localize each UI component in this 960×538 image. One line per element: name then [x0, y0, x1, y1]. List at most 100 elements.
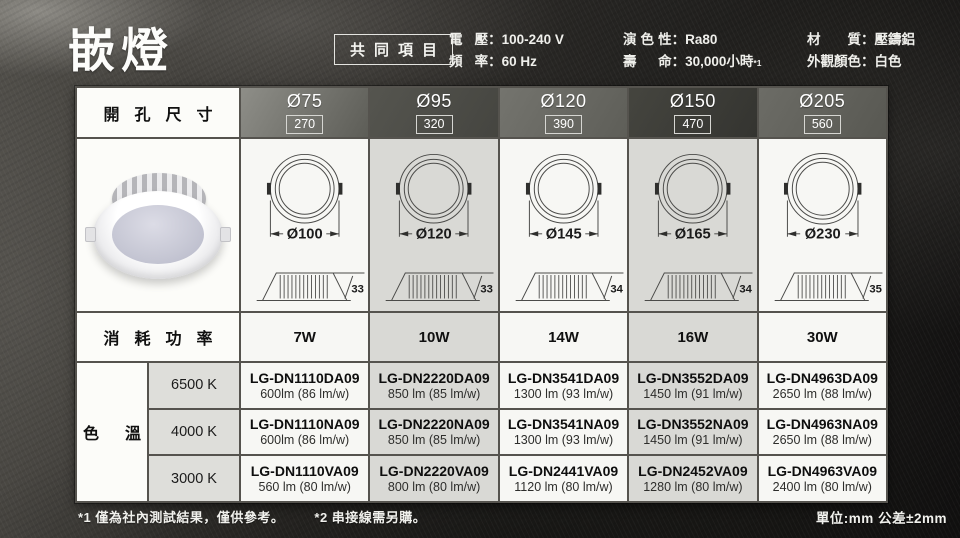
- model-cell: LG-DN3541DA091300 lm (93 lm/w): [500, 363, 627, 408]
- spec-frequency-value: 60 Hz: [502, 54, 537, 69]
- column-header-75: Ø75270: [241, 88, 368, 137]
- order-code-badge: 390: [545, 115, 582, 134]
- model-number: LG-DN2452VA09: [638, 463, 747, 479]
- spec-column-electrical: 電壓：100-240 V 頻率：60 Hz: [449, 29, 601, 73]
- spec-column-material: 材質：壓鑄鋁 外觀顏色：白色: [807, 29, 957, 73]
- page-title: 嵌燈: [68, 12, 174, 81]
- product-spec-table: 開孔尺寸 Ø75270 Ø95320 Ø120390 Ø150470 Ø2055…: [75, 86, 888, 503]
- model-number: LG-DN1110DA09: [250, 370, 360, 386]
- model-cell: LG-DN3541NA091300 lm (93 lm/w): [500, 410, 627, 455]
- lumen-output: 1120 lm (80 lm/w): [514, 480, 612, 494]
- colon: ：: [488, 54, 502, 69]
- mounting-clip-left: [85, 227, 96, 242]
- spec-voltage-label: 電壓: [449, 29, 488, 51]
- common-items-label: 共同項目: [350, 42, 446, 59]
- drawing-cell-150: Ø165 34: [629, 139, 756, 311]
- height-label: 33: [351, 284, 364, 296]
- lumen-output: 2650 lm (88 lm/w): [773, 433, 872, 447]
- column-header-120: Ø120390: [500, 88, 627, 137]
- drawing-cell-75: Ø100 33: [241, 139, 368, 311]
- order-code-badge: 320: [416, 115, 453, 134]
- lumen-output: 1300 lm (93 lm/w): [514, 433, 613, 447]
- column-header-150: Ø150470: [629, 88, 756, 137]
- cct-3000k-cell: 3000 K: [149, 456, 239, 501]
- model-number: LG-DN3541NA09: [508, 416, 619, 432]
- spec-lifetime: 壽命：30,000小時*1: [623, 51, 785, 73]
- column-header-95: Ø95320: [370, 88, 497, 137]
- height-label: 34: [610, 284, 623, 296]
- power-cell-75: 7W: [241, 313, 368, 361]
- model-number: LG-DN1110VA09: [251, 463, 359, 479]
- model-cell: LG-DN4963NA092650 lm (88 lm/w): [759, 410, 886, 455]
- lumen-output: 1300 lm (93 lm/w): [514, 387, 613, 401]
- footnote-1: *1 僅為社內測試結果，僅供參考。: [78, 507, 284, 526]
- spec-finish-color: 外觀顏色：白色: [807, 51, 957, 73]
- model-number: LG-DN4963DA09: [767, 370, 878, 386]
- spec-frequency: 頻率：60 Hz: [449, 51, 601, 73]
- model-number: LG-DN2220NA09: [378, 416, 489, 432]
- lumen-output: 560 lm (80 lm/w): [259, 480, 351, 494]
- spec-finish-color-value: 白色: [875, 54, 902, 69]
- model-number: LG-DN4963VA09: [768, 463, 877, 479]
- drawing-cell-205: Ø230 35: [759, 139, 886, 311]
- power-cell-95: 10W: [370, 313, 497, 361]
- model-cell: LG-DN2220VA09800 lm (80 lm/w): [370, 456, 497, 501]
- lumen-output: 850 lm (85 lm/w): [388, 433, 480, 447]
- power-cell-120: 14W: [500, 313, 627, 361]
- lumen-output: 600lm (86 lm/w): [260, 387, 349, 401]
- model-cell: LG-DN2220DA09850 lm (85 lm/w): [370, 363, 497, 408]
- power-row-header: 消耗功率: [77, 313, 239, 361]
- dimension-drawing: Ø100 33: [241, 139, 368, 311]
- model-cell: LG-DN2441VA091120 lm (80 lm/w): [500, 456, 627, 501]
- model-number: LG-DN3552DA09: [637, 370, 748, 386]
- dimension-drawing: Ø230 35: [759, 139, 886, 311]
- lumen-output: 1450 lm (91 lm/w): [643, 433, 742, 447]
- model-number: LG-DN2220DA09: [378, 370, 489, 386]
- model-cell: LG-DN1110DA09600lm (86 lm/w): [241, 363, 368, 408]
- column-header-205: Ø205560: [759, 88, 886, 137]
- colon: ：: [672, 32, 686, 47]
- power-cell-150: 16W: [629, 313, 756, 361]
- spec-frequency-label: 頻率: [449, 51, 488, 73]
- lumen-output: 1450 lm (91 lm/w): [643, 387, 742, 401]
- cct-row-header: 色溫: [77, 363, 147, 501]
- power-cell-205: 30W: [759, 313, 886, 361]
- dimension-drawing: Ø145 34: [500, 139, 627, 311]
- catalog-page: 嵌燈 共同項目 電壓：100-240 V 頻率：60 Hz 演色性：Ra80 壽…: [0, 0, 960, 538]
- diffuser-lens: [112, 205, 204, 264]
- cutout-diameter-label: Ø230: [804, 227, 840, 243]
- spec-voltage-value: 100-240 V: [502, 32, 564, 47]
- model-number: LG-DN4963NA09: [767, 416, 878, 432]
- model-cell: LG-DN4963DA092650 lm (88 lm/w): [759, 363, 886, 408]
- model-cell: LG-DN3552NA091450 lm (91 lm/w): [629, 410, 756, 455]
- lumen-output: 1280 lm (80 lm/w): [643, 480, 742, 494]
- lumen-output: 2650 lm (88 lm/w): [773, 387, 872, 401]
- height-label: 33: [481, 284, 494, 296]
- model-number: LG-DN1110NA09: [250, 416, 360, 432]
- spec-material: 材質：壓鑄鋁: [807, 29, 957, 51]
- order-code-badge: 560: [804, 115, 841, 134]
- colon: ：: [672, 54, 686, 69]
- cutout-diameter-label: Ø145: [546, 227, 582, 243]
- hole-size-row-header: 開孔尺寸: [77, 88, 239, 137]
- model-cell: LG-DN4963VA092400 lm (80 lm/w): [759, 456, 886, 501]
- model-cell: LG-DN3552DA091450 lm (91 lm/w): [629, 363, 756, 408]
- model-number: LG-DN3541DA09: [508, 370, 619, 386]
- drawing-cell-120: Ø145 34: [500, 139, 627, 311]
- dimension-drawing: Ø120 33: [370, 139, 497, 311]
- colon: ：: [861, 32, 875, 47]
- order-code-badge: 470: [674, 115, 711, 134]
- downlight-photo: [82, 149, 234, 301]
- spec-lifetime-label: 壽命: [623, 51, 672, 73]
- lumen-output: 600lm (86 lm/w): [260, 433, 349, 447]
- common-items-box: 共同項目: [334, 34, 453, 65]
- spec-lifetime-value: 30,000小時: [685, 54, 753, 69]
- model-cell: LG-DN1110VA09560 lm (80 lm/w): [241, 456, 368, 501]
- product-photo-cell: [77, 139, 239, 311]
- model-number: LG-DN2441VA09: [509, 463, 618, 479]
- spec-finish-color-label: 外觀顏色: [807, 51, 861, 73]
- lumen-output: 850 lm (85 lm/w): [388, 387, 480, 401]
- lumen-output: 800 lm (80 lm/w): [388, 480, 480, 494]
- spec-material-value: 壓鑄鋁: [875, 32, 916, 47]
- height-label: 35: [869, 284, 882, 296]
